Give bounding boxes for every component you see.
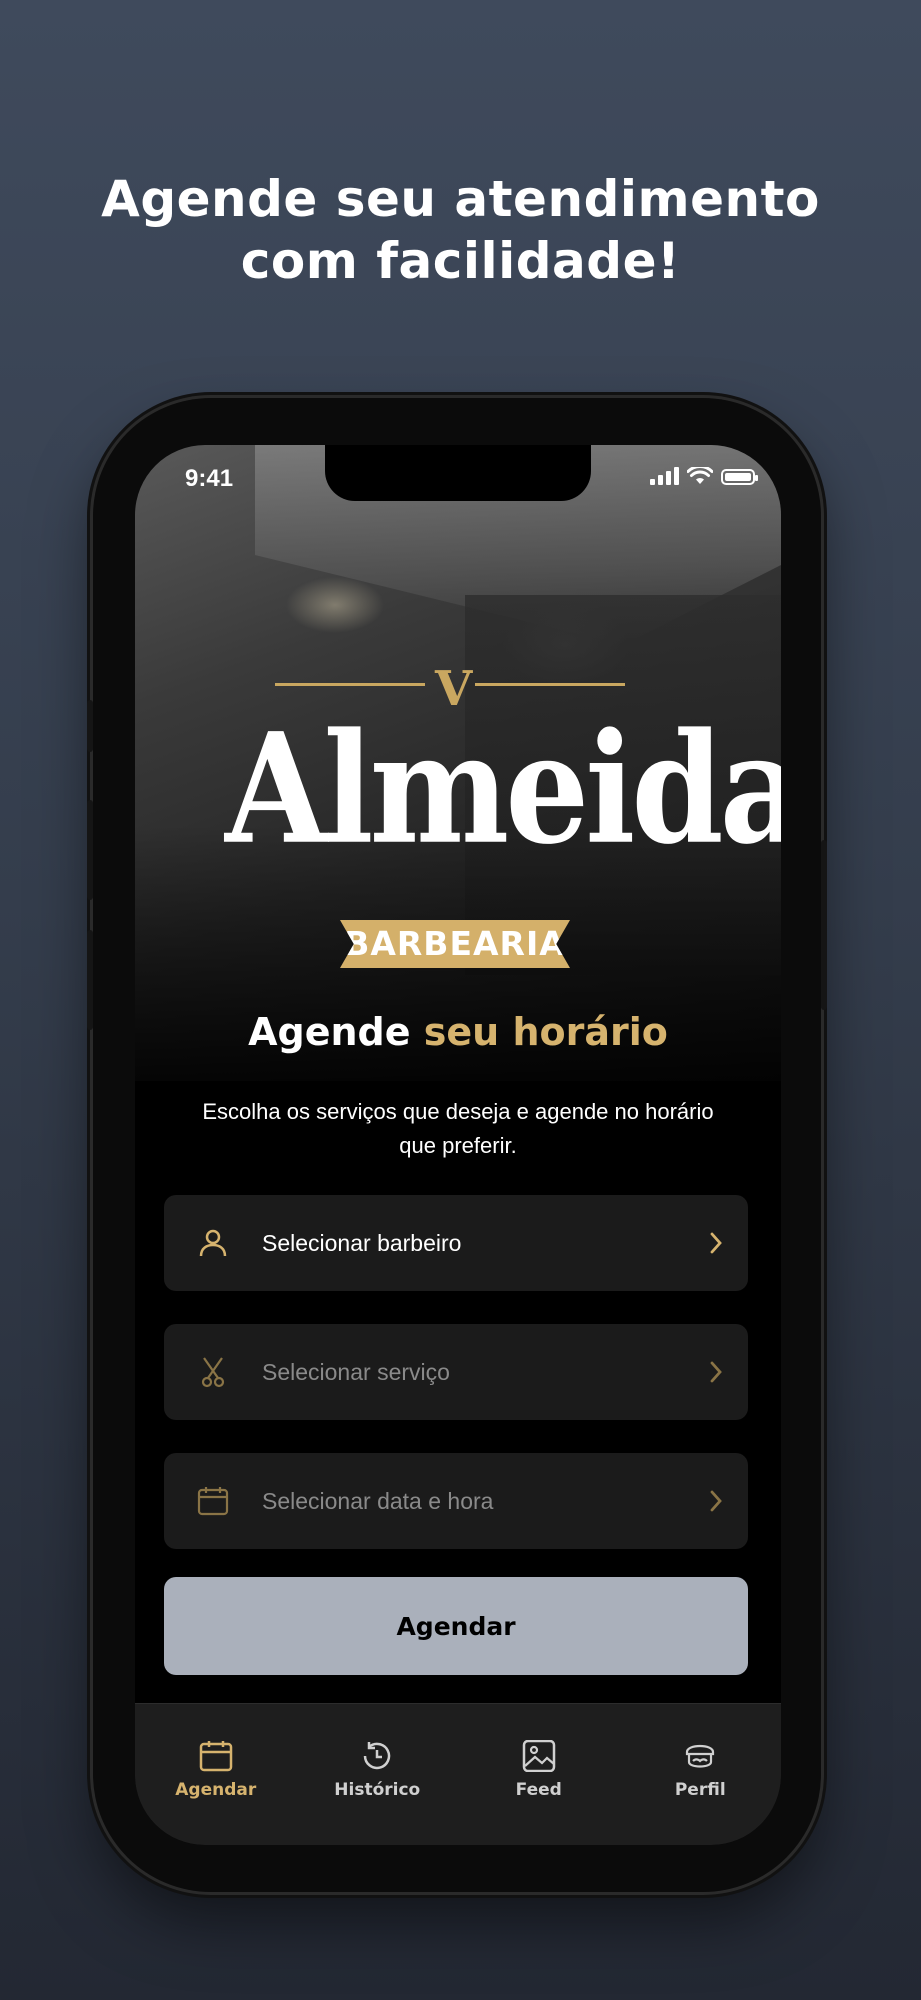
calendar-icon <box>199 1741 232 1772</box>
select-barber-label: Selecionar barbeiro <box>262 1229 462 1256</box>
chevron-right-icon <box>704 1360 728 1384</box>
logo-ornament-left <box>275 683 425 686</box>
tab-historico[interactable]: Histórico <box>317 1740 437 1845</box>
promo-title-line-2: com facilidade! <box>240 232 681 290</box>
headline-part-1: Agende <box>248 1010 411 1054</box>
bottom-tab-bar: Agendar Histórico Feed Perfil <box>135 1703 781 1845</box>
logo-ornament-right <box>475 683 625 686</box>
page-headline: Agende seu horário <box>135 1010 781 1054</box>
chevron-right-icon <box>704 1231 728 1255</box>
tab-feed[interactable]: Feed <box>479 1740 599 1845</box>
schedule-button[interactable]: Agendar <box>164 1577 748 1675</box>
logo-wordmark: Almeida <box>225 700 781 879</box>
image-icon <box>522 1740 555 1772</box>
tab-perfil-label: Perfil <box>674 1780 726 1800</box>
tab-historico-label: Histórico <box>334 1780 421 1800</box>
tab-feed-label: Feed <box>515 1780 562 1800</box>
chevron-right-icon <box>704 1489 728 1513</box>
select-datetime-row[interactable]: Selecionar data e hora <box>164 1453 748 1549</box>
phone-volume-up <box>87 800 93 900</box>
calendar-icon <box>196 1484 230 1518</box>
select-barber-row[interactable]: Selecionar barbeiro <box>164 1195 748 1291</box>
barber-profile-icon <box>686 1744 715 1768</box>
headline-part-2: seu horário <box>423 1010 668 1054</box>
user-icon <box>196 1226 230 1260</box>
phone-power-button <box>821 840 827 1010</box>
wifi-icon <box>687 467 713 484</box>
status-icons <box>650 467 758 485</box>
page-subtitle: Escolha os serviços que deseja e agende … <box>202 1099 714 1158</box>
select-service-label: Selecionar serviço <box>262 1358 450 1385</box>
logo-banner: BARBEARIA <box>340 920 570 968</box>
phone-mute-switch <box>87 700 93 752</box>
tab-perfil[interactable]: Perfil <box>640 1740 760 1845</box>
cellular-signal-icon <box>650 467 679 485</box>
select-service-row[interactable]: Selecionar serviço <box>164 1324 748 1420</box>
battery-icon <box>721 469 758 485</box>
tab-agendar-label: Agendar <box>175 1780 257 1800</box>
barbershop-logo: V Almeida BARBEARIA <box>225 665 781 970</box>
promo-title-line-1: Agende seu atendimento <box>101 170 820 228</box>
app-screen: 9:41 V Almeida BARBEARIA Agende seu horá… <box>135 445 781 1845</box>
promo-title: Agende seu atendimento com facilidade! <box>0 168 921 292</box>
phone-volume-down <box>87 930 93 1030</box>
history-icon <box>364 1742 391 1770</box>
status-time: 9:41 <box>185 465 234 492</box>
scissors-icon <box>196 1355 230 1389</box>
select-datetime-label: Selecionar data e hora <box>262 1487 494 1514</box>
tab-agendar[interactable]: Agendar <box>156 1740 276 1845</box>
device-notch <box>325 445 591 501</box>
